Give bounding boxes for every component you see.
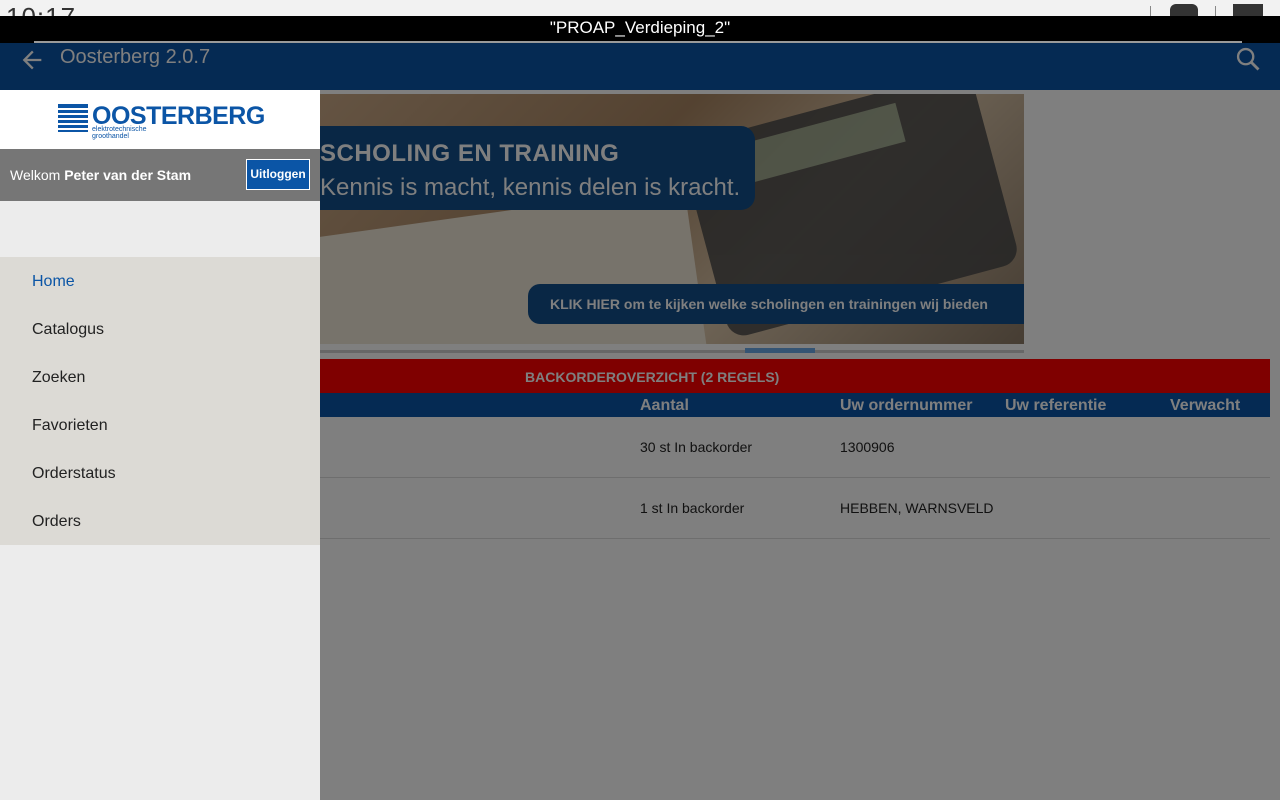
menu-item-orderstatus[interactable]: Orderstatus bbox=[32, 465, 116, 483]
menu-item-zoeken[interactable]: Zoeken bbox=[32, 369, 85, 387]
welcome-bar: Welkom Peter van der Stam Uitloggen bbox=[0, 149, 320, 201]
building-icon bbox=[58, 104, 88, 132]
logo-subtitle: elektrotechnische groothandel bbox=[92, 126, 147, 140]
network-name-banner: "PROAP_Verdieping_2" bbox=[0, 16, 1280, 44]
navigation-drawer: OOSTERBERG elektrotechnische groothandel… bbox=[0, 90, 320, 800]
welcome-prefix: Welkom bbox=[10, 167, 61, 183]
status-divider bbox=[1150, 6, 1151, 16]
user-name: Peter van der Stam bbox=[64, 167, 192, 183]
grid-icon[interactable] bbox=[1233, 4, 1263, 16]
drawer-logo-area: OOSTERBERG elektrotechnische groothandel bbox=[0, 90, 320, 149]
drawer-menu: Home Catalogus Zoeken Favorieten Orderst… bbox=[0, 257, 320, 545]
menu-item-favorieten[interactable]: Favorieten bbox=[32, 417, 108, 435]
network-name: "PROAP_Verdieping_2" bbox=[549, 18, 731, 37]
settings-icon[interactable] bbox=[1170, 4, 1198, 16]
menu-item-orders[interactable]: Orders bbox=[32, 513, 81, 531]
status-bar: 10:17 bbox=[0, 0, 1280, 16]
logout-button[interactable]: Uitloggen bbox=[246, 159, 310, 190]
welcome-text: Welkom Peter van der Stam bbox=[10, 167, 191, 183]
status-clock: 10:17 bbox=[6, 2, 76, 16]
menu-item-home[interactable]: Home bbox=[32, 273, 75, 291]
status-divider bbox=[1215, 6, 1216, 16]
menu-item-catalogus[interactable]: Catalogus bbox=[32, 321, 104, 339]
